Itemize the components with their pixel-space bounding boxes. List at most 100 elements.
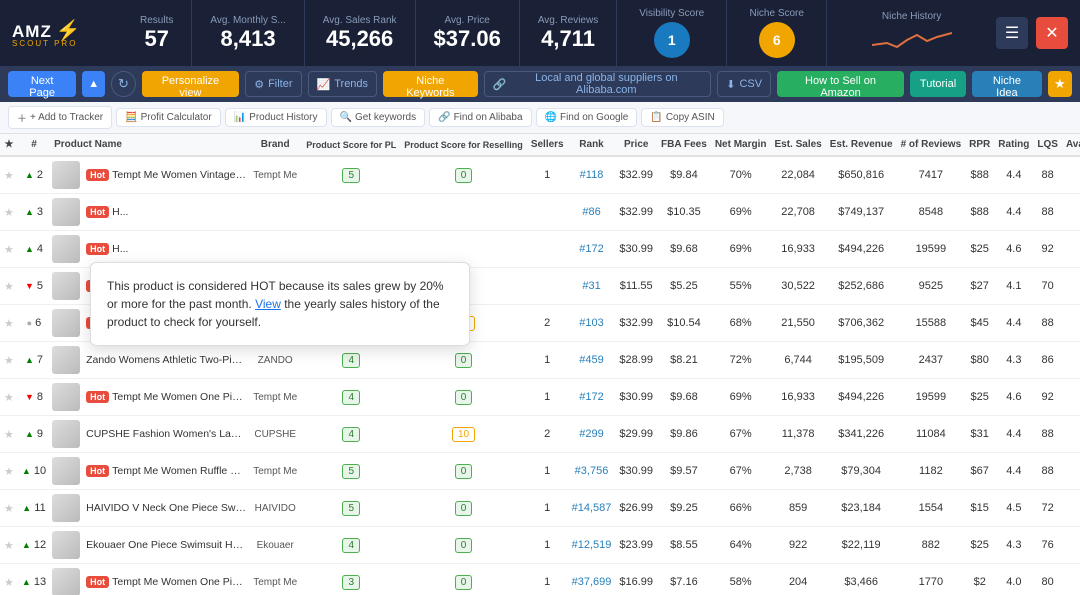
est-rev-cell: $494,226 xyxy=(826,379,897,416)
score-res-cell: 10 xyxy=(400,416,527,453)
table-row[interactable]: ★ ▲ 2 HotTempt Me Women Vintage Swimsuit… xyxy=(0,156,1080,194)
table-row[interactable]: ★ ▲ 3 HotH... #86 $32.99 $10.35 69% 22,7… xyxy=(0,194,1080,231)
product-thumbnail xyxy=(52,198,80,226)
star-cell[interactable]: ★ xyxy=(0,305,18,342)
star-cell[interactable]: ★ xyxy=(0,453,18,490)
star-icon[interactable]: ★ xyxy=(4,577,14,589)
score-res: 0 xyxy=(455,575,473,590)
score-res-cell: 0 xyxy=(400,379,527,416)
product-name: CUPSHE Fashion Women's Ladies Vintage La… xyxy=(86,428,246,440)
star-icon[interactable]: ★ xyxy=(4,244,14,256)
niche-idea-button[interactable]: Niche Idea xyxy=(972,71,1041,97)
get-keywords-button[interactable]: 🔍 Get keywords xyxy=(331,108,426,127)
table-row[interactable]: ★ ▲ 10 HotTempt Me Women Ruffle High Wai… xyxy=(0,453,1080,490)
rating-cell: 4.0 xyxy=(994,564,1033,595)
rpr-cell: $88 xyxy=(965,194,994,231)
product-thumbnail xyxy=(52,383,80,411)
niche-keywords-button[interactable]: Niche Keywords xyxy=(383,71,478,97)
star-cell[interactable]: ★ xyxy=(0,416,18,453)
est-rev-cell: $79,304 xyxy=(826,453,897,490)
table-row[interactable]: ★ ▲ 13 HotTempt Me Women One Piece Vinta… xyxy=(0,564,1080,595)
google-icon: 🌐 xyxy=(545,112,557,123)
close-button[interactable]: ✕ xyxy=(1036,17,1068,49)
refresh-button[interactable]: ↻ xyxy=(111,71,136,97)
star-icon[interactable]: ★ xyxy=(4,355,14,367)
table-row[interactable]: ★ ▲ 7 Zando Womens Athletic Two-Piece Sw… xyxy=(0,342,1080,379)
score-pl: 5 xyxy=(342,168,360,183)
history-icon: 📊 xyxy=(234,112,246,123)
star-icon[interactable]: ★ xyxy=(4,318,14,330)
avail-cell: 05/21/18 xyxy=(1062,194,1080,231)
star-cell[interactable]: ★ xyxy=(0,490,18,527)
col-score-pl: Product Score for PL xyxy=(302,134,400,156)
margin-cell: 64% xyxy=(711,527,771,564)
fba-cell: $10.54 xyxy=(657,305,711,342)
table-row[interactable]: ★ ▼ 8 HotTempt Me Women One Piece Swimsu… xyxy=(0,379,1080,416)
page-arrow-button[interactable]: ▲ xyxy=(82,71,105,97)
star-icon[interactable]: ★ xyxy=(4,207,14,219)
brand-cell: Ekouaer xyxy=(248,527,302,564)
add-tracker-button[interactable]: ＋ + Add to Tracker xyxy=(8,106,112,129)
alibaba-button[interactable]: 🔗 Local and global suppliers on Alibaba.… xyxy=(484,71,712,97)
star-cell[interactable]: ★ xyxy=(0,342,18,379)
star-cell[interactable]: ★ xyxy=(0,194,18,231)
rating-cell: 4.4 xyxy=(994,416,1033,453)
table-row[interactable]: ★ ▲ 12 Ekouaer One Piece Swimsuit Halter… xyxy=(0,527,1080,564)
avail-cell: 03/23/17 xyxy=(1062,379,1080,416)
est-rev-cell: $23,184 xyxy=(826,490,897,527)
score-res-cell: 0 xyxy=(400,342,527,379)
rating-cell: 4.4 xyxy=(994,156,1033,194)
product-history-button[interactable]: 📊 Product History xyxy=(225,108,327,127)
star-toolbar-button[interactable]: ★ xyxy=(1048,71,1072,97)
copy-asin-button[interactable]: 📋 Copy ASIN xyxy=(641,108,723,127)
calc-icon: 🧮 xyxy=(125,112,137,123)
row-number: 8 xyxy=(37,391,43,403)
rank-cell: #14,587 xyxy=(568,490,616,527)
rank-cell: #459 xyxy=(568,342,616,379)
table-row[interactable]: ★ ▲ 9 CUPSHE Fashion Women's Ladies Vint… xyxy=(0,416,1080,453)
star-cell[interactable]: ★ xyxy=(0,268,18,305)
avg-price-value: $37.06 xyxy=(434,26,501,52)
rank-cell: #172 xyxy=(568,231,616,268)
score-pl: 4 xyxy=(342,538,360,553)
menu-button[interactable]: ☰ xyxy=(996,17,1028,49)
personalize-button[interactable]: Personalize view xyxy=(142,71,240,97)
keywords-icon: 🔍 xyxy=(340,112,352,123)
star-cell[interactable]: ★ xyxy=(0,231,18,268)
star-icon[interactable]: ★ xyxy=(4,466,14,478)
lqs-cell: 92 xyxy=(1033,231,1062,268)
star-icon[interactable]: ★ xyxy=(4,170,14,182)
product-cell: HotTempt Me Women One Piece Vintage... xyxy=(50,564,248,595)
rank-cell: #12,519 xyxy=(568,527,616,564)
table-row[interactable]: ★ ▲ 11 HAIVIDO V Neck One Piece Swimsuit… xyxy=(0,490,1080,527)
trends-button[interactable]: 📈 Trends xyxy=(308,71,378,97)
product-cell: HAIVIDO V Neck One Piece Swimsuits with … xyxy=(50,490,248,527)
filter-button[interactable]: ⚙ Filter xyxy=(245,71,301,97)
margin-cell: 67% xyxy=(711,453,771,490)
tooltip-link[interactable]: View xyxy=(255,297,281,311)
row-number: 11 xyxy=(34,502,45,514)
score-res-cell: 0 xyxy=(400,490,527,527)
next-page-button[interactable]: Next Page xyxy=(8,71,76,97)
sales-rank-stat: Avg. Sales Rank 45,266 xyxy=(305,0,416,66)
avg-reviews-stat: Avg. Reviews 4,711 xyxy=(520,0,617,66)
star-cell[interactable]: ★ xyxy=(0,156,18,194)
star-icon[interactable]: ★ xyxy=(4,503,14,515)
star-cell[interactable]: ★ xyxy=(0,564,18,595)
how-to-sell-button[interactable]: How to Sell on Amazon xyxy=(777,71,904,97)
star-icon[interactable]: ★ xyxy=(4,540,14,552)
rpr-cell: $2 xyxy=(965,564,994,595)
profit-calc-button[interactable]: 🧮 Profit Calculator xyxy=(116,108,221,127)
col-price: Price xyxy=(615,134,657,156)
csv-button[interactable]: ⬇ CSV xyxy=(717,71,771,97)
find-alibaba-button[interactable]: 🔗 Find on Alibaba xyxy=(429,108,531,127)
find-google-button[interactable]: 🌐 Find on Google xyxy=(536,108,638,127)
star-icon[interactable]: ★ xyxy=(4,429,14,441)
star-icon[interactable]: ★ xyxy=(4,281,14,293)
est-rev-cell: $706,362 xyxy=(826,305,897,342)
star-cell[interactable]: ★ xyxy=(0,379,18,416)
tutorial-button[interactable]: Tutorial xyxy=(910,71,966,97)
star-cell[interactable]: ★ xyxy=(0,527,18,564)
star-icon[interactable]: ★ xyxy=(4,392,14,404)
avail-cell: 12/15/19 xyxy=(1062,268,1080,305)
